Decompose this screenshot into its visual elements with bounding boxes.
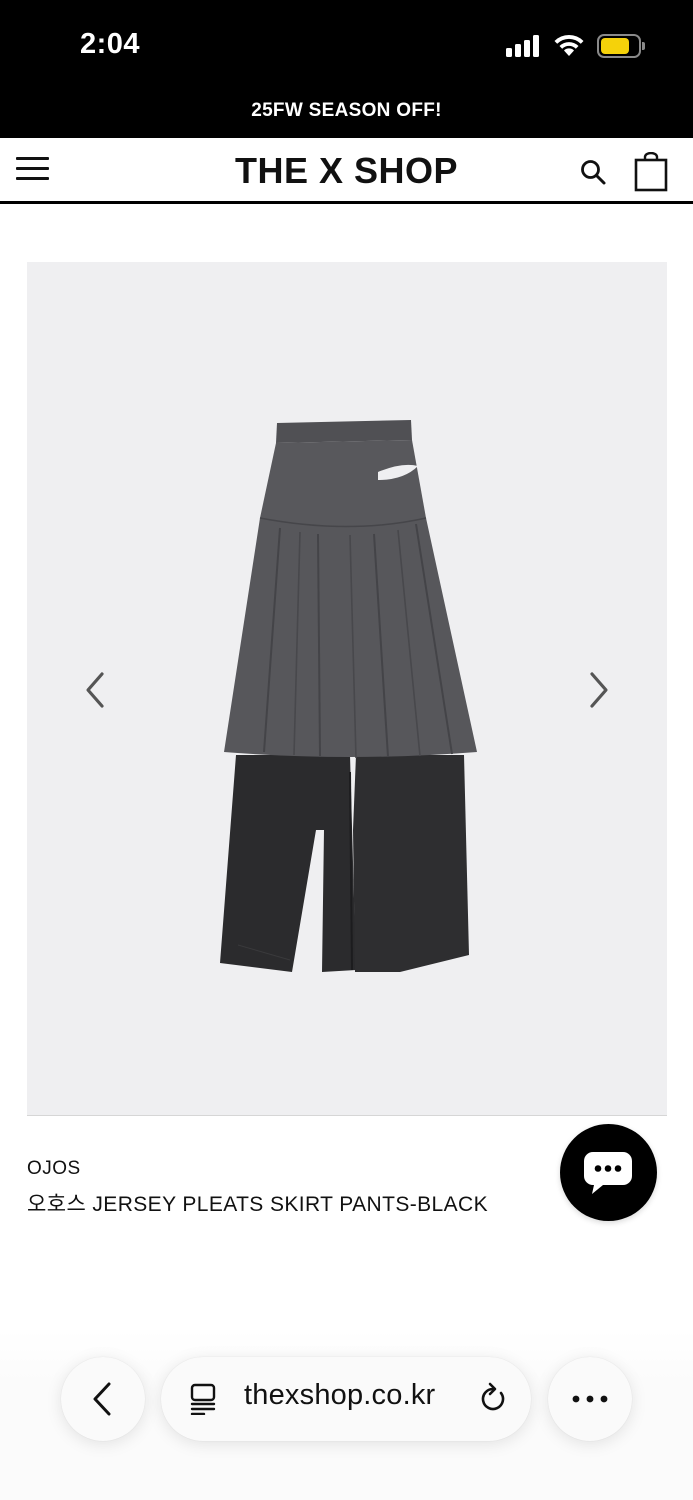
bag-icon[interactable] xyxy=(634,152,668,192)
menu-icon[interactable] xyxy=(16,154,50,184)
url-text[interactable]: thexshop.co.kr xyxy=(244,1379,435,1412)
battery-level xyxy=(601,38,629,54)
site-header: THE X SHOP xyxy=(0,138,693,204)
address-bar[interactable]: thexshop.co.kr xyxy=(161,1357,531,1441)
wifi-icon xyxy=(554,34,584,56)
battery-icon xyxy=(597,34,645,58)
reload-icon[interactable] xyxy=(477,1381,509,1415)
product-image xyxy=(220,420,477,972)
gallery-divider xyxy=(27,1115,667,1116)
more-button[interactable] xyxy=(548,1357,632,1441)
chat-icon xyxy=(584,1152,632,1194)
chat-button[interactable] xyxy=(560,1124,657,1221)
more-icon xyxy=(572,1395,608,1403)
chevron-right-icon[interactable] xyxy=(578,670,618,710)
status-bar: 2:04 xyxy=(0,0,693,88)
search-icon[interactable] xyxy=(579,158,607,186)
product-name[interactable]: 오호스 JERSEY PLEATS SKIRT PANTS-BLACK xyxy=(27,1188,488,1218)
back-icon xyxy=(93,1382,111,1416)
back-button[interactable] xyxy=(61,1357,145,1441)
product-brand[interactable]: OJOS xyxy=(27,1158,81,1180)
signal-icon xyxy=(506,35,544,57)
chevron-left-icon[interactable] xyxy=(76,670,116,710)
reader-icon[interactable] xyxy=(189,1383,217,1415)
status-time: 2:04 xyxy=(80,28,141,60)
promo-banner[interactable]: 25FW SEASON OFF! xyxy=(0,88,693,138)
